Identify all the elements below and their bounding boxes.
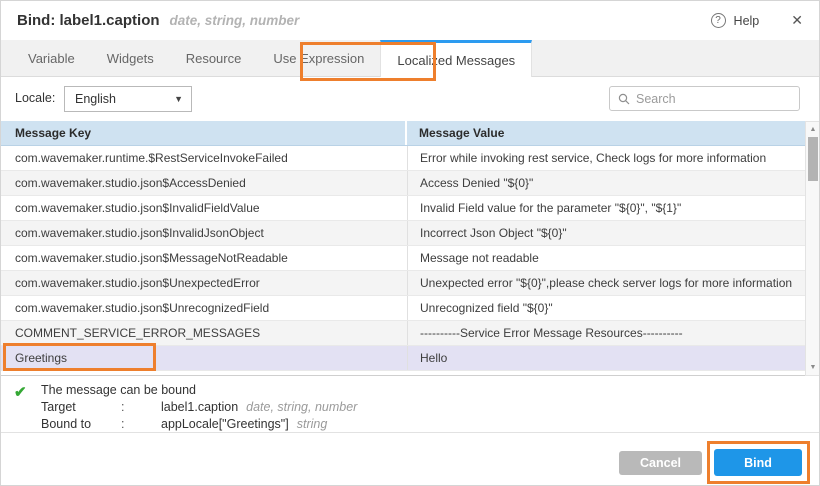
bound-to-label: Bound to (41, 416, 121, 433)
search-input[interactable] (636, 92, 797, 106)
bound-to-colon: : (121, 416, 161, 433)
binding-status-text: The message can be bound (41, 382, 196, 399)
bound-to-value: appLocale["Greetings"] (161, 416, 289, 433)
table-row[interactable]: com.wavemaker.studio.json$MessageNotRead… (1, 246, 805, 271)
table-row[interactable]: com.wavemaker.studio.json$InvalidJsonObj… (1, 221, 805, 246)
message-value-cell: Incorrect Json Object "${0}" (407, 221, 805, 245)
table-row[interactable]: com.wavemaker.runtime.$RestServiceInvoke… (1, 146, 805, 171)
table-row[interactable]: COMMENT_SERVICE_ERROR_MESSAGES ---------… (1, 321, 805, 346)
message-key-cell: COMMENT_SERVICE_ERROR_MESSAGES (1, 321, 407, 345)
table-row[interactable]: com.wavemaker.studio.json$UnexpectedErro… (1, 271, 805, 296)
table-row[interactable]: com.wavemaker.studio.json$AccessDenied A… (1, 171, 805, 196)
message-key-cell: com.wavemaker.studio.json$MessageNotRead… (1, 246, 407, 270)
table-header: Message Key Message Value (1, 121, 805, 146)
message-value-cell: Error while invoking rest service, Check… (407, 146, 805, 170)
message-key-cell: com.wavemaker.studio.json$InvalidFieldVa… (1, 196, 407, 220)
locale-select[interactable]: English ▼ (64, 86, 192, 112)
message-key-cell: com.wavemaker.studio.json$AccessDenied (1, 171, 407, 195)
bind-dialog: Bind: label1.caption date, string, numbe… (0, 0, 820, 486)
tab-widgets[interactable]: Widgets (91, 40, 170, 76)
chevron-down-icon: ▼ (174, 94, 183, 104)
tab-variable[interactable]: Variable (12, 40, 91, 76)
message-key-cell: com.wavemaker.runtime.$RestServiceInvoke… (1, 146, 407, 170)
help-link[interactable]: Help (734, 14, 760, 28)
message-value-cell: Unexpected error "${0}",please check ser… (407, 271, 805, 295)
scroll-up-icon[interactable]: ▲ (806, 123, 820, 136)
column-header-message-key[interactable]: Message Key (1, 121, 407, 145)
search-box (609, 86, 800, 111)
message-key-cell: com.wavemaker.studio.json$UnrecognizedFi… (1, 296, 407, 320)
search-icon (618, 93, 630, 105)
message-value-cell: Message not readable (407, 246, 805, 270)
table-row[interactable]: com.wavemaker.studio.json$UnrecognizedFi… (1, 296, 805, 321)
close-icon[interactable]: ✕ (791, 12, 803, 29)
tab-resource[interactable]: Resource (170, 40, 258, 76)
cancel-button[interactable]: Cancel (619, 451, 702, 475)
message-value-cell: Access Denied "${0}" (407, 171, 805, 195)
messages-table: Message Key Message Value com.wavemaker.… (1, 121, 805, 376)
dialog-subtitle: date, string, number (170, 13, 300, 28)
help-icon[interactable]: ? (711, 13, 726, 28)
bind-button[interactable]: Bind (714, 449, 802, 476)
dialog-header: Bind: label1.caption date, string, numbe… (1, 1, 819, 40)
table-row[interactable]: com.wavemaker.studio.json$InvalidFieldVa… (1, 196, 805, 221)
message-key-cell: com.wavemaker.studio.json$InvalidJsonObj… (1, 221, 407, 245)
toolbar: Locale: English ▼ (1, 77, 819, 121)
binding-info: The message can be bound Target : label1… (41, 382, 357, 433)
scroll-down-icon[interactable]: ▼ (806, 361, 820, 374)
table-scrollbar[interactable]: ▲ ▼ (805, 121, 820, 376)
column-header-message-value[interactable]: Message Value (407, 121, 805, 145)
target-label: Target (41, 399, 121, 416)
target-colon: : (121, 399, 161, 416)
locale-selected-value: English (75, 92, 174, 106)
message-value-cell: Invalid Field value for the parameter "$… (407, 196, 805, 220)
message-value-cell: Hello (407, 346, 805, 370)
tab-bar: Variable Widgets Resource Use Expression… (1, 40, 819, 77)
locale-label: Locale: (15, 91, 55, 105)
table-body: com.wavemaker.runtime.$RestServiceInvoke… (1, 146, 805, 371)
table-row-selected-greetings[interactable]: Greetings Hello (1, 346, 805, 371)
dialog-title: Bind: label1.caption (17, 12, 160, 29)
tab-localized-messages[interactable]: Localized Messages (380, 40, 532, 77)
success-check-icon: ✔ (14, 383, 27, 401)
message-key-cell: Greetings (1, 346, 407, 370)
message-value-cell: Unrecognized field "${0}" (407, 296, 805, 320)
bound-to-type-hint: string (297, 416, 328, 433)
message-key-cell: com.wavemaker.studio.json$UnexpectedErro… (1, 271, 407, 295)
tab-use-expression[interactable]: Use Expression (257, 40, 380, 76)
scrollbar-thumb[interactable] (808, 137, 818, 181)
target-type-hint: date, string, number (246, 399, 357, 416)
target-value: label1.caption (161, 399, 238, 416)
message-value-cell: ----------Service Error Message Resource… (407, 321, 805, 345)
